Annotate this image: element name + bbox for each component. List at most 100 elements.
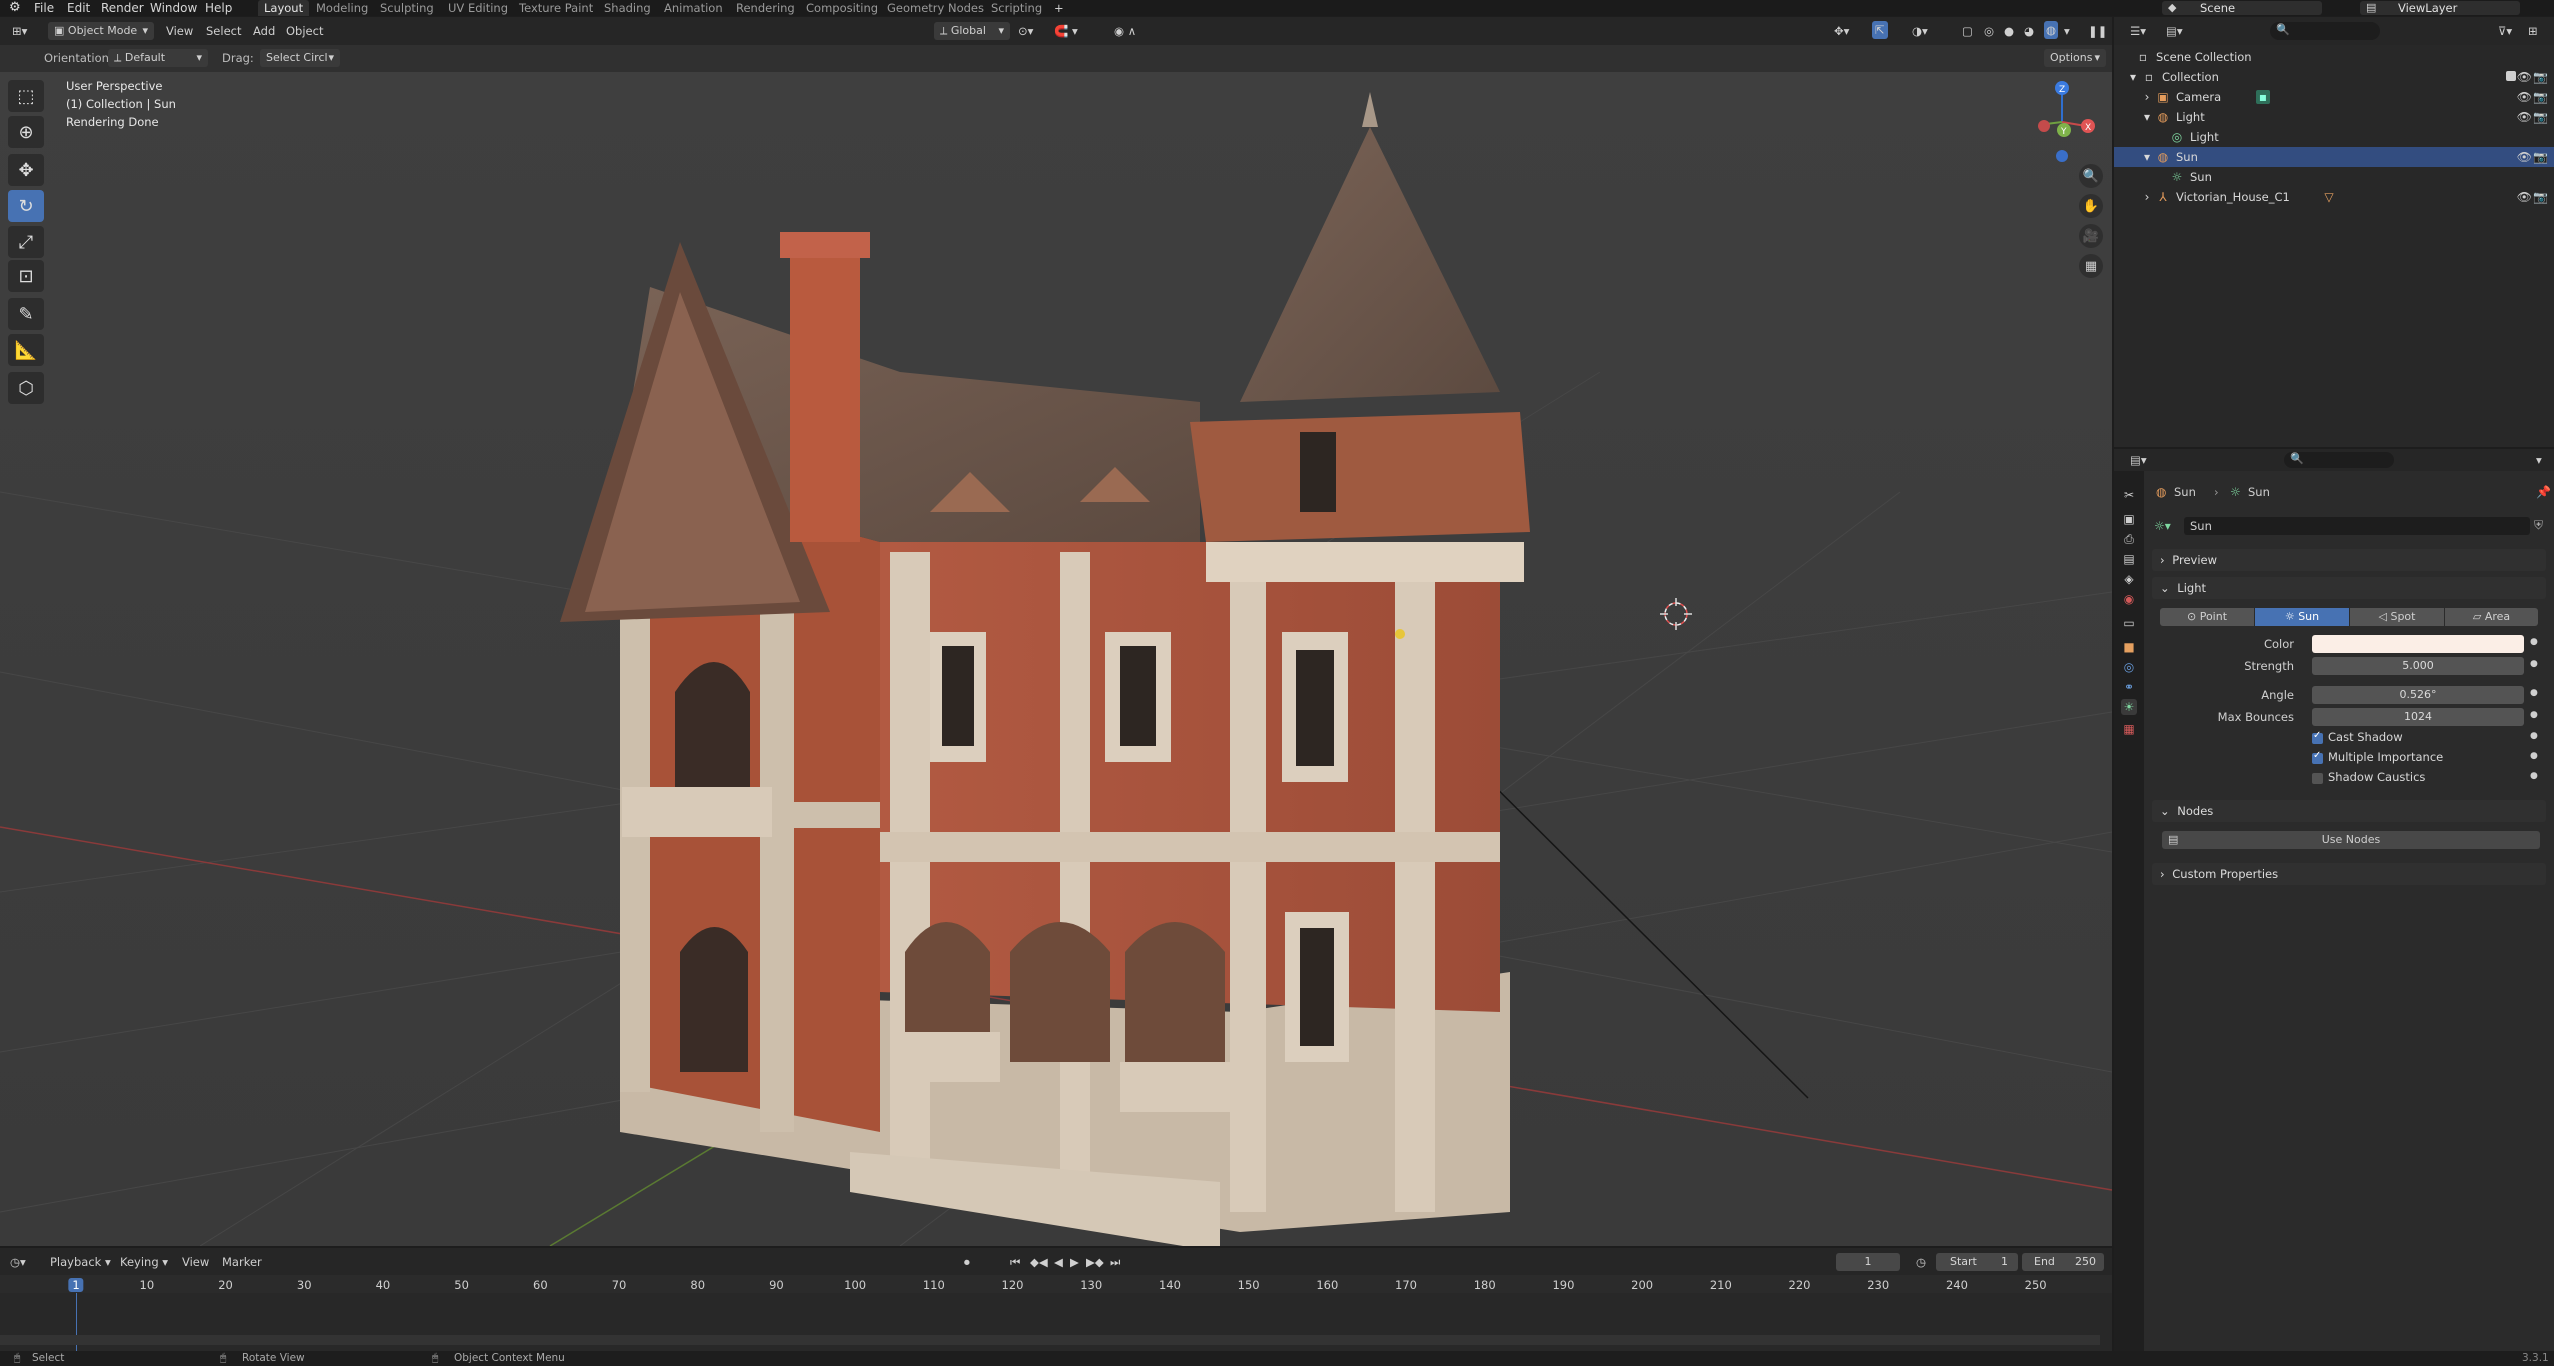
tab-layout[interactable]: Layout — [258, 0, 310, 16]
keyframe-dot-icon[interactable]: ● — [2530, 637, 2538, 647]
select-box-tool[interactable]: ⬚ — [8, 80, 44, 112]
keyframe-dot-icon[interactable]: ● — [2530, 731, 2538, 741]
options-dropdown[interactable]: Options ▾ — [2044, 49, 2106, 67]
output-tab-icon[interactable]: ⎙ — [2121, 531, 2137, 547]
menu-playback[interactable]: Playback ▾ — [50, 1253, 111, 1271]
scale-tool[interactable]: ⤢ — [8, 226, 44, 258]
panel-nodes-header[interactable]: ⌄ Nodes — [2152, 800, 2546, 822]
fake-user-shield-icon[interactable]: ⛨ — [2534, 518, 2543, 533]
light-type-area[interactable]: ▱ Area — [2445, 608, 2538, 626]
shading-material-icon[interactable]: ◕ — [2024, 22, 2034, 40]
panel-custom-properties-header[interactable]: › Custom Properties — [2152, 863, 2546, 885]
scene-selector[interactable]: ◆ Scene — [2162, 1, 2322, 15]
datablock-name-field[interactable]: Sun — [2184, 517, 2530, 535]
shading-rendered-icon[interactable]: ◍ — [2044, 21, 2059, 39]
pin-icon[interactable]: 📌 — [2536, 485, 2551, 499]
move-tool[interactable]: ✥ — [8, 154, 44, 186]
properties-editor-icon[interactable]: ▤▾ — [2130, 451, 2147, 469]
navigation-gizmo[interactable]: Z X Y — [2018, 76, 2098, 176]
view-layer-tab-icon[interactable]: ▤ — [2121, 551, 2137, 567]
editor-type-icon[interactable]: ⊞▾ — [12, 22, 27, 40]
properties-options-icon[interactable]: ▾ — [2536, 451, 2542, 469]
snap-icon[interactable]: 🧲 ▾ — [1054, 22, 1078, 40]
timeline-editor-icon[interactable]: ◷▾ — [10, 1253, 26, 1271]
current-frame-field[interactable]: 1 — [1836, 1253, 1900, 1271]
camera-render-icon[interactable]: 📷 — [2533, 67, 2548, 87]
orientation-dropdown[interactable]: ⟂ Default ▾ — [108, 49, 208, 67]
camera-render-icon[interactable]: 📷 — [2533, 107, 2548, 127]
show-gizmo-icon[interactable]: ⇱ — [1872, 21, 1888, 39]
max-bounces-field[interactable]: 1024 — [2312, 708, 2524, 726]
3d-viewport[interactable]: User Perspective (1) Collection | Sun Re… — [0, 72, 2112, 1246]
outliner-collection[interactable]: ▾ ▫ Collection 👁 📷 — [2114, 67, 2554, 87]
outliner-row-sun-data[interactable]: ☼ Sun — [2114, 167, 2554, 187]
cursor-tool[interactable]: ⊕ — [8, 116, 44, 148]
camera-render-icon[interactable]: 📷 — [2533, 147, 2548, 167]
exclude-checkbox[interactable] — [2506, 71, 2516, 81]
preview-range-icon[interactable]: ◷ — [1916, 1253, 1926, 1271]
ortho-toggle-icon[interactable]: ▦ — [2079, 254, 2103, 278]
xray-icon[interactable]: ▢ — [1962, 22, 1973, 40]
menu-help[interactable]: Help — [205, 0, 232, 16]
menu-edit[interactable]: Edit — [67, 0, 90, 16]
measure-tool[interactable]: 📐 — [8, 334, 44, 366]
menu-add[interactable]: Add — [253, 22, 275, 40]
add-workspace-icon[interactable]: + — [1048, 0, 1070, 16]
outliner-row-light-data[interactable]: ◎ Light — [2114, 127, 2554, 147]
end-frame-field[interactable]: End 250 — [2022, 1253, 2104, 1271]
properties-search-input[interactable]: 🔍 — [2284, 452, 2394, 468]
outliner-editor-icon[interactable]: ☰▾ — [2130, 22, 2146, 40]
tab-compositing[interactable]: Compositing — [800, 0, 884, 16]
outliner-row-light[interactable]: ▾ ◍ Light 👁 📷 — [2114, 107, 2554, 127]
proportional-edit-icon[interactable]: ◉ ∧ — [1114, 22, 1136, 40]
blender-logo-icon[interactable]: ⚙ — [9, 0, 21, 16]
outliner-row-camera[interactable]: › ▣ Camera ▪ 👁 📷 — [2114, 87, 2554, 107]
pause-render-icon[interactable]: ❚❚ — [2088, 22, 2107, 40]
tool-tab-icon[interactable]: ✂ — [2121, 487, 2137, 503]
menu-window[interactable]: Window — [150, 0, 197, 16]
prev-keyframe-icon[interactable]: ◆◀ — [1030, 1253, 1048, 1271]
tab-shading[interactable]: Shading — [598, 0, 657, 16]
menu-marker[interactable]: Marker — [222, 1253, 262, 1271]
scene-tab-icon[interactable]: ◈ — [2121, 571, 2137, 587]
menu-timeline-view[interactable]: View — [182, 1253, 209, 1271]
shading-wireframe-icon[interactable]: ◎ — [1984, 22, 1994, 40]
gizmo-visibility-icon[interactable]: ✥▾ — [1834, 22, 1849, 40]
shading-options-icon[interactable]: ▾ — [2064, 22, 2070, 40]
strength-field[interactable]: 5.000 — [2312, 657, 2524, 675]
record-icon[interactable]: ⏺ — [964, 1253, 970, 1271]
eye-icon[interactable]: 👁 — [2517, 187, 2532, 207]
pivot-icon[interactable]: ⊙▾ — [1018, 22, 1033, 40]
camera-render-icon[interactable]: 📷 — [2533, 87, 2548, 107]
eye-icon[interactable]: 👁 — [2517, 87, 2532, 107]
render-tab-icon[interactable]: ▣ — [2121, 511, 2137, 527]
menu-keying[interactable]: Keying ▾ — [120, 1253, 168, 1271]
transform-tool[interactable]: ⊡ — [8, 260, 44, 292]
physics-tab-icon[interactable]: ◎ — [2121, 659, 2137, 675]
rotate-tool[interactable]: ↻ — [8, 190, 44, 222]
mode-dropdown[interactable]: ▣ Object Mode ▾ — [48, 22, 154, 40]
light-type-spot[interactable]: ◁ Spot — [2350, 608, 2444, 626]
datablock-type-icon[interactable]: ☼▾ — [2154, 519, 2171, 533]
pan-view-icon[interactable]: ✋ — [2079, 194, 2103, 218]
menu-render[interactable]: Render — [101, 0, 144, 16]
angle-field[interactable]: 0.526° — [2312, 686, 2524, 704]
menu-file[interactable]: File — [34, 0, 54, 16]
start-frame-field[interactable]: Start 1 — [1936, 1253, 2018, 1271]
panel-light-header[interactable]: ⌄ Light — [2152, 577, 2546, 599]
use-nodes-button[interactable]: ▤ Use Nodes — [2162, 831, 2540, 849]
tab-scripting[interactable]: Scripting — [985, 0, 1048, 16]
panel-preview-header[interactable]: › Preview — [2152, 549, 2546, 571]
multiple-importance-checkbox[interactable] — [2312, 750, 2323, 764]
overlays-icon[interactable]: ◑▾ — [1912, 22, 1928, 40]
keyframe-dot-icon[interactable]: ● — [2530, 771, 2538, 781]
next-keyframe-icon[interactable]: ▶◆ — [1086, 1253, 1104, 1271]
tab-modeling[interactable]: Modeling — [310, 0, 374, 16]
outliner-row-victorian-house[interactable]: › ⅄ Victorian_House_C1 ▽ 👁 📷 — [2114, 187, 2554, 207]
drag-dropdown[interactable]: Select Circl ▾ — [260, 49, 340, 67]
keyframe-dot-icon[interactable]: ● — [2530, 751, 2538, 761]
texture-tab-icon[interactable]: ▦ — [2121, 721, 2137, 737]
timeline-body[interactable] — [0, 1293, 2112, 1351]
light-data-tab-icon[interactable]: ☀ — [2121, 699, 2137, 715]
add-cube-tool[interactable]: ⬡ — [8, 372, 44, 404]
